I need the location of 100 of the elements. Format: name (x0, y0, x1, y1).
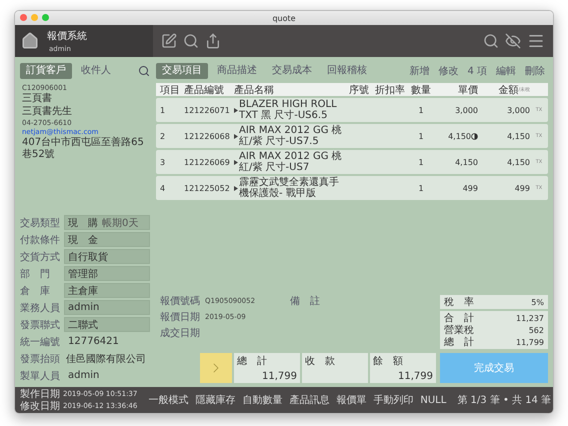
table-cell: 121226069 (184, 158, 230, 166)
table-cell: 1 (160, 106, 166, 114)
payment-value: 11,799 (261, 371, 297, 382)
toolbar-action[interactable]: 新增 (406, 64, 432, 78)
field-label: 發票抬頭 (20, 352, 60, 366)
table-cell: 4,150 (507, 132, 530, 140)
payment-field[interactable]: 收 款 (302, 353, 368, 383)
column-header: 折扣率 (375, 84, 405, 96)
table-cell-text: 霹靂文武雙全素還真手機保護殼- 戰甲版 (239, 177, 340, 199)
detail-tab[interactable]: 商品描述 (211, 63, 263, 79)
contact-name: 三頁書先生 (22, 106, 73, 118)
triangle-icon (234, 186, 238, 190)
table-cell: 3,000 (455, 106, 478, 114)
input-field[interactable]: admin (64, 300, 150, 315)
remark-label: 備 註 (290, 294, 320, 308)
input-field[interactable]: 管理部 (64, 266, 150, 281)
customer-tab[interactable]: 收件人 (75, 63, 117, 79)
total-value: 11,237 (516, 314, 544, 322)
field-label: 付款條件 (20, 234, 61, 246)
toolbar-action[interactable]: 修改 (435, 64, 462, 78)
column-header: 金額 (498, 84, 518, 96)
table-cell: 121225052 (184, 184, 230, 192)
input-field[interactable]: 現 購 帳期0天 (64, 215, 150, 230)
field-label: 交易類型 (20, 216, 61, 230)
input-field[interactable]: 二聯式 (64, 317, 150, 332)
detail-tab[interactable]: 交易項目 (156, 63, 208, 79)
detail-tab[interactable]: 回報稽核 (321, 63, 373, 79)
mode-button[interactable]: 產品訊息 (288, 393, 330, 407)
table-cell: 4,150 (507, 158, 530, 166)
mode-button[interactable]: NULL (419, 394, 448, 406)
date-label: 修改日期 (20, 400, 60, 413)
search-icon[interactable] (138, 65, 150, 77)
field-label: 製單人員 (20, 370, 61, 382)
info-label: 報價日期 (160, 310, 200, 324)
total-label: 合 計 (444, 312, 474, 324)
payment-label: 餘 額 (373, 354, 404, 368)
table-cell: 2 (160, 132, 166, 140)
field-label: 倉 庫 (20, 284, 51, 298)
mode-button[interactable]: 一般模式 (147, 393, 190, 407)
info-label: 報價號碼 (160, 294, 200, 308)
share-icon[interactable] (205, 33, 221, 49)
field-value: 12776421 (67, 335, 120, 349)
input-field[interactable]: 自行取貨 (64, 249, 150, 264)
column-header: 產品名稱 (234, 84, 274, 96)
close-icon[interactable] (20, 14, 27, 21)
table-cell: 3 (160, 158, 166, 166)
toolbar-action[interactable]: 刪除 (522, 64, 548, 78)
toolbar-action[interactable]: 編輯 (493, 64, 519, 78)
column-header: 單價 (458, 84, 478, 96)
mode-button[interactable]: 隱藏庫存 (194, 393, 236, 407)
info-label: 成交日期 (160, 326, 200, 340)
table-cell-text: AIR MAX 2012 GG 桃紅/紫 尺寸-US7 (239, 151, 343, 173)
total-label: 稅 率 (444, 296, 474, 309)
search-icon[interactable] (483, 33, 499, 49)
total-label: 總 計 (444, 336, 474, 349)
mode-button[interactable]: 自動數量 (241, 393, 284, 407)
app-name: 報價系統 (47, 30, 87, 43)
field-value: 佳邑國際有限公司 (65, 352, 147, 366)
table-cell: 499 (514, 184, 530, 192)
date-label: 製作日期 (20, 388, 60, 400)
customer-tab[interactable]: 訂貨客戶 (20, 63, 72, 79)
table-cell: 1 (418, 132, 424, 140)
column-header: 數量 (411, 84, 431, 96)
input-field[interactable]: 現 金 (64, 232, 150, 247)
home-icon[interactable] (21, 32, 39, 50)
total-label: 營業稅 (444, 324, 474, 336)
field-label: 交貨方式 (20, 250, 61, 264)
menu-icon[interactable] (527, 32, 545, 50)
table-cell: 4 (160, 184, 166, 192)
column-header: 項目 (160, 84, 180, 96)
search-icon[interactable] (183, 33, 199, 49)
table-cell: 499 (462, 184, 478, 192)
triangle-icon (234, 160, 238, 164)
table-cell: 4,150 (448, 132, 471, 140)
table-cell-text: AIR MAX 2012 GG 桃紅/紫 尺寸-US7.5 (239, 125, 343, 147)
table-cell: 1 (418, 158, 424, 166)
field-label: 業務人員 (20, 302, 61, 314)
input-field[interactable]: 主倉庫 (64, 283, 150, 298)
mode-button[interactable]: 報價單 (335, 393, 368, 407)
payment-field[interactable]: 總 計 11,799 (234, 353, 300, 383)
table-cell: 1 (418, 184, 424, 192)
edit-icon[interactable] (161, 33, 177, 49)
payment-label: 總 計 (237, 354, 268, 368)
payment-label: 收 款 (305, 355, 336, 368)
eye-off-icon[interactable] (505, 33, 521, 49)
total-value: 562 (528, 326, 544, 334)
toolbar-action[interactable]: 4 項 (464, 64, 490, 78)
table-cell: 4,150 (455, 158, 478, 166)
total-value: 5% (531, 298, 544, 306)
detail-tab[interactable]: 交易成本 (266, 63, 318, 79)
table-cell: 121226068 (184, 132, 230, 140)
mode-button[interactable]: 手動列印 (372, 393, 414, 407)
table-cell: 1 (418, 106, 424, 114)
payment-field[interactable]: 餘 額 11,799 (370, 353, 436, 383)
triangle-icon (234, 108, 238, 112)
total-value: 11,799 (516, 338, 544, 346)
payment-value: 11,799 (397, 371, 433, 382)
field-value: admin (67, 369, 100, 383)
field-label: 部 門 (20, 268, 51, 280)
column-header: 序號 (349, 84, 369, 96)
